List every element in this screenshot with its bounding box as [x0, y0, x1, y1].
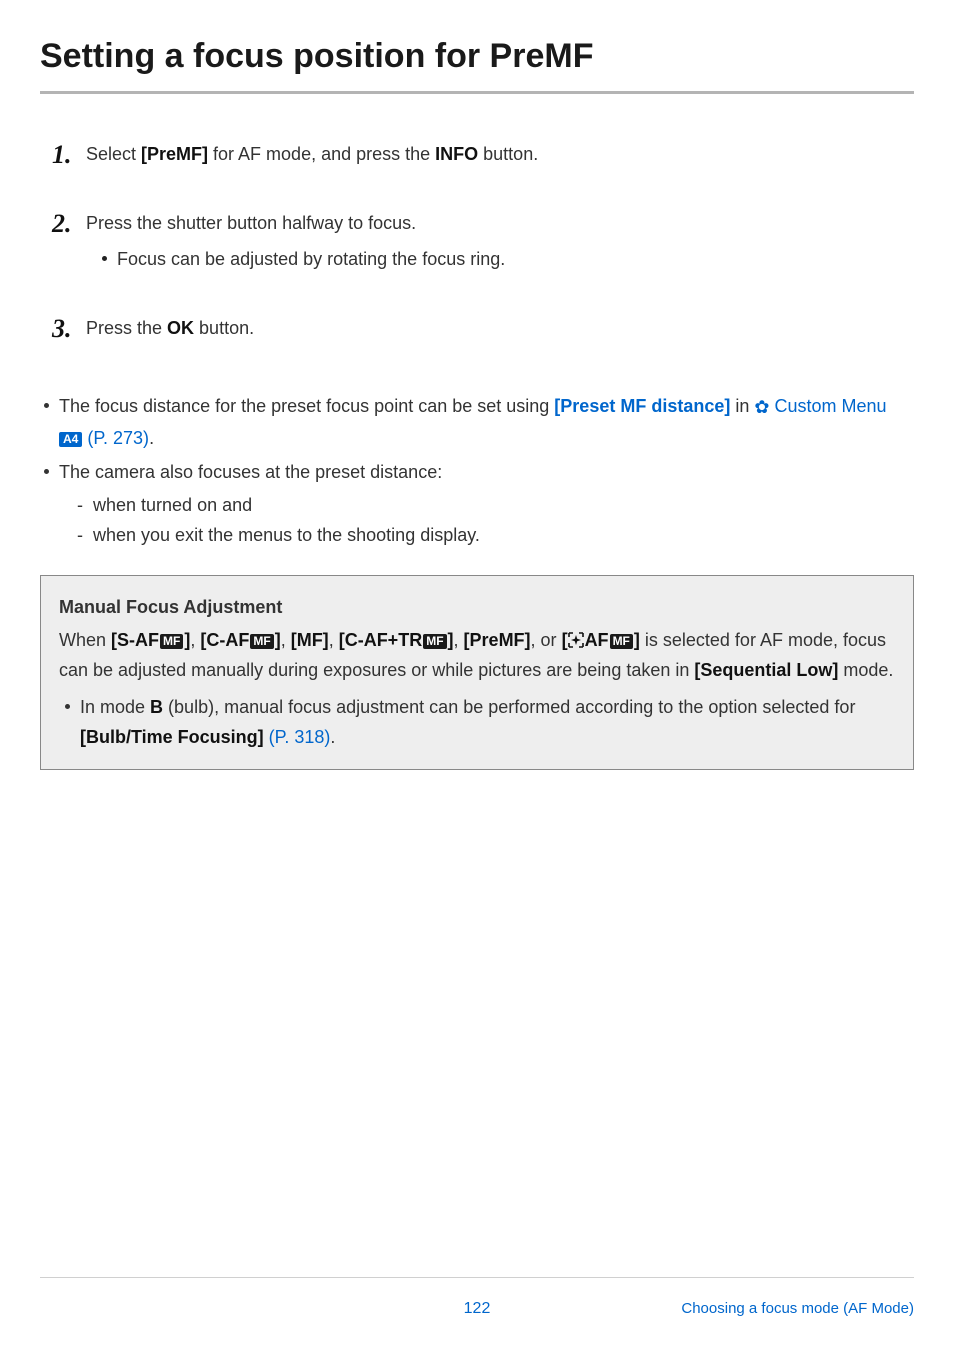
bulb-time-focusing-link[interactable]: [Bulb/Time Focusing] (P. 318) [80, 727, 330, 747]
note-text: The camera also focuses at the preset di… [59, 462, 442, 482]
step-2: 2. Press the shutter button halfway to f… [52, 209, 914, 275]
page-title: Setting a focus position for PreMF [40, 36, 914, 94]
breadcrumb-link[interactable]: Choosing a focus mode (AF Mode) [681, 1300, 914, 1317]
mode-caf-mf: [C-AFMF] [200, 630, 280, 650]
step-sub-bullet: Focus can be adjusted by rotating the fo… [102, 245, 914, 274]
text: , [329, 630, 339, 650]
note-text: in [730, 396, 754, 416]
a4-badge-icon: A4 [59, 432, 82, 447]
note-text: The focus distance for the preset focus … [59, 396, 554, 416]
mf-badge-icon: MF [423, 634, 446, 649]
mode-caf-tr-mf: [C-AF+TRMF] [339, 630, 454, 650]
text: When [59, 630, 111, 650]
dash-icon: - [77, 490, 93, 521]
text: , [190, 630, 200, 650]
starry-af-icon [568, 632, 584, 648]
note-1: The focus distance for the preset focus … [44, 391, 914, 453]
preset-mf-distance-link[interactable]: [Preset MF distance] [554, 396, 730, 416]
callout-bullet-body: In mode B (bulb), manual focus adjustmen… [80, 692, 895, 753]
mf-badge-icon: MF [250, 634, 273, 649]
dash-item: -when turned on and [77, 490, 914, 521]
step-body: Press the shutter button halfway to focu… [86, 209, 914, 275]
step-number: 3. [52, 314, 86, 342]
note-2: The camera also focuses at the preset di… [44, 457, 914, 551]
mf-badge-icon: MF [160, 634, 183, 649]
callout-box: Manual Focus Adjustment When [S-AFMF], [… [40, 575, 914, 770]
gear-icon: ✿ [754, 397, 769, 417]
bullet-dot-icon [44, 469, 49, 474]
mode-premf: [PreMF] [464, 630, 531, 650]
note-body: The focus distance for the preset focus … [59, 391, 914, 453]
step-3: 3. Press the OK button. [52, 314, 914, 343]
step-number: 2. [52, 209, 86, 237]
step-body: Press the OK button. [86, 314, 914, 343]
text: (bulb), manual focus adjustment can be p… [163, 697, 855, 717]
note-text: . [149, 428, 154, 448]
step-body: Select [PreMF] for AF mode, and press th… [86, 140, 914, 169]
note-body: The camera also focuses at the preset di… [59, 457, 914, 551]
callout-title: Manual Focus Adjustment [59, 592, 895, 623]
callout-bullet: In mode B (bulb), manual focus adjustmen… [65, 692, 895, 753]
text: In mode [80, 697, 150, 717]
dash-text: when turned on and [93, 490, 252, 521]
text: , or [531, 630, 562, 650]
text: , [281, 630, 291, 650]
sub-bullet-text: Focus can be adjusted by rotating the fo… [117, 245, 505, 274]
page-footer: 122 Choosing a focus mode (AF Mode) [40, 1277, 914, 1318]
mode-star-af-mf: [AFMF] [562, 630, 640, 650]
step-number: 1. [52, 140, 86, 168]
mf-badge-icon: MF [610, 634, 633, 649]
step-1: 1. Select [PreMF] for AF mode, and press… [52, 140, 914, 169]
dash-text: when you exit the menus to the shooting … [93, 520, 480, 551]
bullet-dot-icon [44, 403, 49, 408]
bullet-dot-icon [102, 256, 107, 261]
dash-icon: - [77, 520, 93, 551]
mode-sequential-low: [Sequential Low] [694, 660, 838, 680]
mode-mf: [MF] [291, 630, 329, 650]
dash-list: -when turned on and -when you exit the m… [77, 490, 914, 551]
step-text: Press the shutter button halfway to focu… [86, 213, 416, 233]
text: , [454, 630, 464, 650]
page-number: 122 [464, 1300, 491, 1318]
bullet-dot-icon [65, 704, 70, 709]
text: mode. [838, 660, 893, 680]
dash-item: -when you exit the menus to the shooting… [77, 520, 914, 551]
steps-list: 1. Select [PreMF] for AF mode, and press… [52, 140, 914, 343]
notes-list: The focus distance for the preset focus … [44, 391, 914, 551]
mode-b: B [150, 697, 163, 717]
text: . [330, 727, 335, 747]
mode-saf-mf: [S-AFMF] [111, 630, 190, 650]
callout-body: When [S-AFMF], [C-AFMF], [MF], [C-AF+TRM… [59, 625, 895, 686]
